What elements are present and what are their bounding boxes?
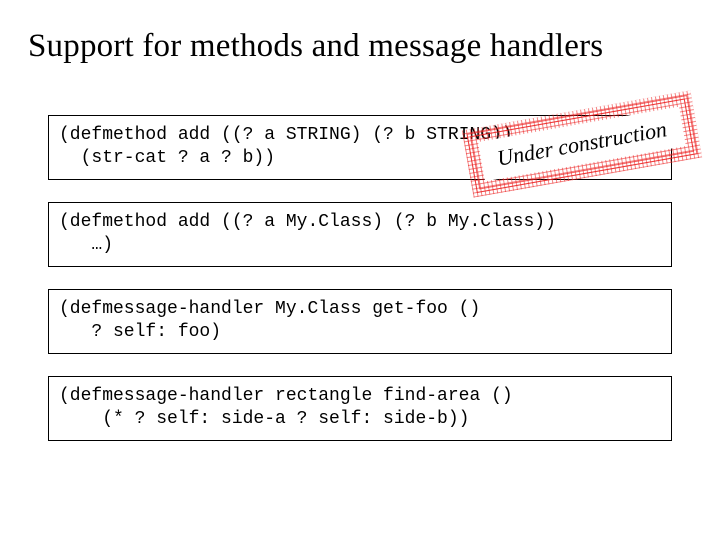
stamp-text: Under construction (495, 116, 669, 171)
under-construction-stamp: Under construction (462, 90, 702, 197)
slide: Support for methods and message handlers… (0, 0, 720, 540)
page-title: Support for methods and message handlers (28, 28, 692, 65)
code-box-4: (defmessage-handler rectangle find-area … (48, 376, 672, 441)
code-box-3: (defmessage-handler My.Class get-foo () … (48, 289, 672, 354)
code-box-2: (defmethod add ((? a My.Class) (? b My.C… (48, 202, 672, 267)
